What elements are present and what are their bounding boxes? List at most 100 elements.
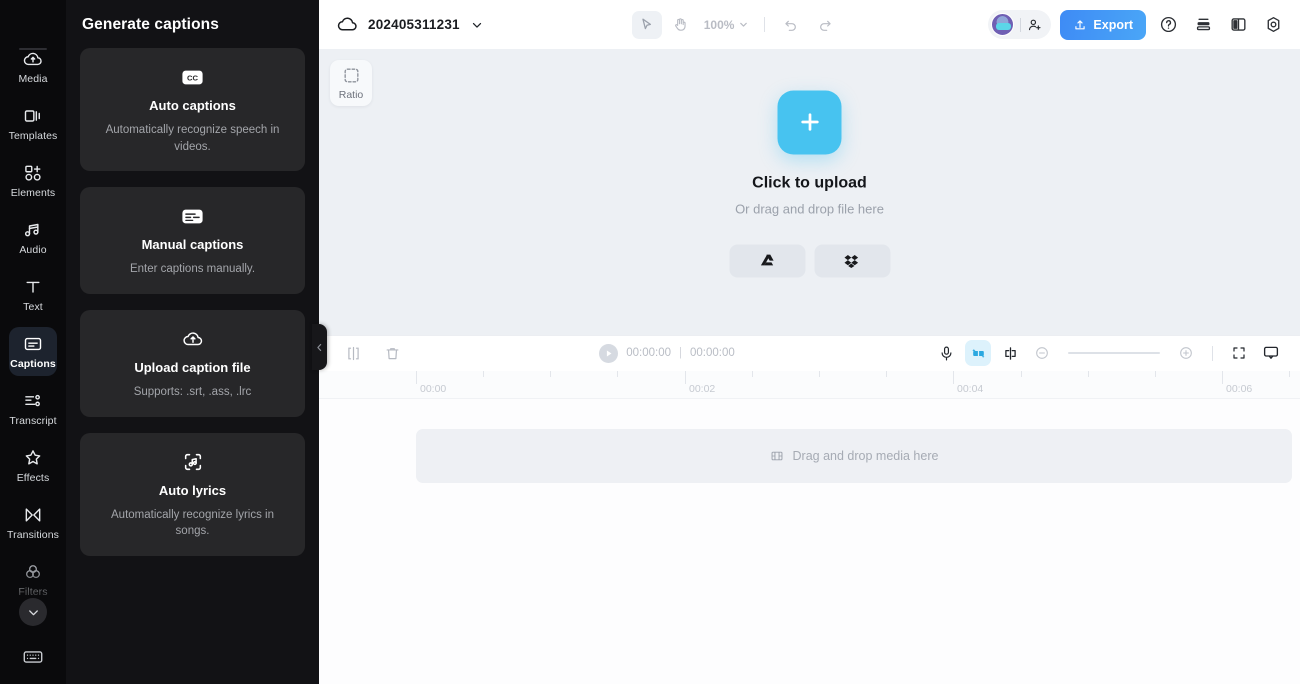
panel-title: Generate captions — [82, 16, 219, 33]
cursor-arrow-icon — [638, 16, 655, 33]
timeline-right-tools — [933, 340, 1284, 366]
chevron-down-icon[interactable] — [470, 18, 484, 32]
marker-split-button[interactable] — [997, 340, 1023, 366]
sidebar-item-label: Filters — [18, 585, 48, 598]
pill-divider — [1020, 17, 1022, 32]
left-rail: Media Templates Elements Audio Text Capt… — [0, 0, 66, 684]
sidebar-item-elements[interactable]: Elements — [9, 156, 57, 205]
sidebar-item-transitions[interactable]: Transitions — [7, 498, 59, 547]
zoom-level-dropdown[interactable]: 100% — [704, 18, 750, 32]
microphone-button[interactable] — [933, 340, 959, 366]
zoom-in-button[interactable] — [1173, 340, 1199, 366]
card-description: Enter captions manually. — [129, 263, 256, 276]
auto-captions-card[interactable]: CC Auto captions Automatically recognize… — [80, 48, 305, 172]
current-time: 00:00:00 — [626, 347, 671, 359]
ruler-tick-minor — [886, 370, 887, 377]
card-title: Manual captions — [141, 237, 244, 253]
sidebar-item-transcript[interactable]: Transcript — [9, 384, 57, 433]
toolbar-divider — [764, 17, 766, 32]
timeline-ruler[interactable]: 00:00 00:02 00:04 00:06 — [319, 370, 1300, 399]
dropbox-icon — [844, 252, 861, 269]
zoom-out-button[interactable] — [1029, 340, 1055, 366]
ruler-tick-minor — [617, 370, 618, 377]
preview-monitor-icon — [1262, 344, 1280, 362]
split-clip-button[interactable] — [345, 345, 362, 362]
project-name[interactable]: 202405311231 — [368, 17, 460, 32]
export-upload-icon — [1073, 18, 1087, 32]
chevron-down-icon — [26, 605, 41, 620]
sidebar-item-captions[interactable]: Captions — [9, 327, 57, 376]
sidebar-item-text[interactable]: Text — [9, 270, 57, 319]
google-drive-button[interactable] — [729, 244, 805, 278]
video-editor-app: Media Templates Elements Audio Text Capt… — [0, 0, 1300, 684]
manual-captions-card[interactable]: Manual captions Enter captions manually. — [80, 187, 305, 295]
account-pill[interactable] — [988, 10, 1052, 39]
plus-icon — [796, 109, 823, 136]
ratio-button[interactable]: Ratio — [330, 60, 372, 106]
layers-button[interactable] — [1190, 12, 1216, 38]
transcript-icon — [23, 391, 43, 411]
media-drop-zone[interactable]: Drag and drop media here — [416, 428, 1292, 483]
sidebar-item-label: Effects — [16, 471, 50, 484]
cloud-upload-icon — [94, 328, 291, 350]
ruler-label: 00:04 — [957, 382, 984, 395]
delete-button[interactable] — [384, 345, 401, 362]
sidebar-item-audio[interactable]: Audio — [9, 213, 57, 262]
redo-button[interactable] — [810, 11, 840, 39]
ruler-tick-minor — [1088, 370, 1089, 377]
sidebar-item-filters[interactable]: Filters — [9, 555, 57, 604]
ruler-label: 00:02 — [689, 382, 716, 395]
ruler-tick-minor — [550, 370, 551, 377]
timeline-tracks: Drag and drop media here — [319, 398, 1300, 684]
upload-title: Click to upload — [752, 174, 867, 192]
rail-divider — [19, 48, 47, 50]
auto-lyrics-icon — [94, 451, 291, 473]
card-description: Supports: .srt, .ass, .lrc — [133, 386, 252, 399]
dropbox-button[interactable] — [814, 244, 890, 278]
undo-button[interactable] — [776, 11, 806, 39]
export-label: Export — [1093, 17, 1133, 32]
timeline-divider — [1212, 345, 1213, 361]
templates-icon — [23, 106, 43, 126]
keyboard-shortcuts-icon — [22, 646, 44, 668]
zoom-slider[interactable] — [1068, 352, 1160, 354]
ruler-label: 00:06 — [1226, 382, 1253, 395]
captions-panel: Generate captions CC Auto captions Autom… — [66, 0, 327, 684]
sidebar-item-effects[interactable]: Effects — [9, 441, 57, 490]
time-separator: | — [679, 347, 682, 359]
settings-button[interactable] — [1260, 12, 1286, 38]
upload-plus-button[interactable] — [777, 90, 842, 155]
sidebar-item-label: Media — [18, 72, 48, 85]
header-center-tools: 100% — [484, 10, 989, 39]
keyboard-shortcuts-button[interactable] — [0, 646, 66, 668]
ruler-label: 00:00 — [420, 382, 447, 395]
split-view-button[interactable] — [1225, 12, 1251, 38]
auto-edit-button[interactable] — [965, 340, 991, 366]
auto-lyrics-card[interactable]: Auto lyrics Automatically recognize lyri… — [80, 432, 305, 557]
select-tool-button[interactable] — [631, 10, 662, 39]
preview-monitor-button[interactable] — [1258, 340, 1284, 366]
sidebar-item-templates[interactable]: Templates — [9, 99, 57, 148]
zoom-out-minus-icon — [1034, 345, 1050, 361]
filters-circles-icon — [23, 562, 43, 582]
settings-gear-icon — [1264, 15, 1283, 34]
rail-scroll-down-button[interactable] — [19, 598, 47, 626]
add-person-icon[interactable] — [1027, 17, 1043, 33]
card-title: Auto captions — [149, 98, 236, 113]
split-clip-icon — [345, 345, 362, 362]
upload-caption-file-card[interactable]: Upload caption file Supports: .srt, .ass… — [80, 310, 305, 417]
play-button[interactable] — [599, 343, 619, 363]
total-time: 00:00:00 — [690, 347, 735, 359]
fullscreen-button[interactable] — [1226, 340, 1252, 366]
help-button[interactable] — [1155, 12, 1181, 38]
cloud-icon[interactable] — [337, 14, 358, 35]
ruler-tick-minor — [483, 370, 484, 377]
top-header: 202405311231 100% Export — [319, 0, 1300, 49]
auto-edit-icon — [970, 345, 987, 362]
microphone-icon — [938, 345, 955, 362]
export-button[interactable]: Export — [1060, 9, 1146, 40]
panel-collapse-handle[interactable] — [312, 324, 327, 370]
ruler-tick-minor — [752, 370, 753, 377]
avatar — [991, 13, 1015, 36]
hand-tool-button[interactable] — [666, 11, 696, 39]
